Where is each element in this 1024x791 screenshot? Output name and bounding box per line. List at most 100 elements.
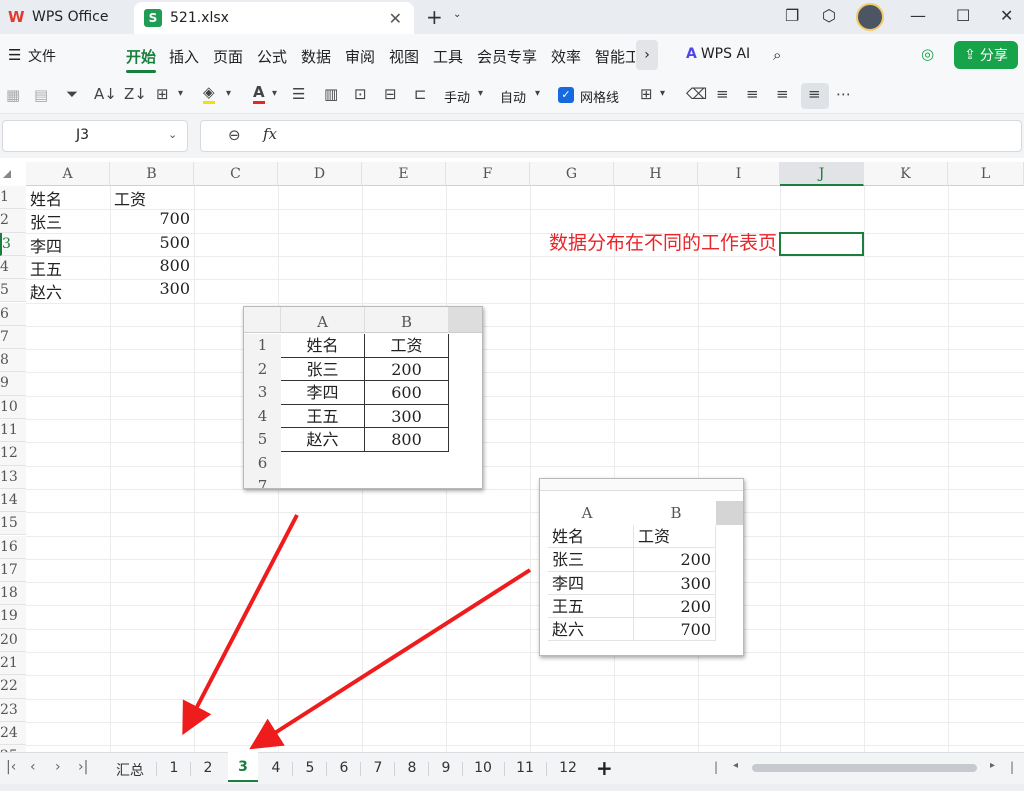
row-header-14[interactable]: 14	[0, 488, 26, 513]
row-header-11[interactable]: 11	[0, 419, 26, 443]
row-header-2[interactable]: 2	[0, 209, 26, 233]
prev-sheet-icon[interactable]: ‹	[30, 759, 36, 775]
menu-formula[interactable]: 公式	[257, 46, 287, 67]
cell-salary[interactable]: 800	[110, 256, 190, 275]
font-color-icon[interactable]: A	[253, 83, 265, 104]
menu-data[interactable]: 数据	[301, 46, 331, 67]
column-header-b[interactable]: B	[110, 162, 194, 186]
menu-efficiency[interactable]: 效率	[551, 46, 581, 67]
format-number-icon[interactable]: ▦	[6, 86, 20, 104]
wps-ai-button[interactable]: A WPS AI	[686, 46, 750, 62]
row-header-20[interactable]: 20	[0, 628, 26, 652]
horizontal-scrollbar[interactable]	[752, 764, 977, 772]
row-height-icon[interactable]: ⊡	[354, 85, 367, 103]
zoom-search-icon[interactable]: ⊖	[228, 126, 241, 144]
row-header-23[interactable]: 23	[0, 698, 26, 722]
merge-cells-icon[interactable]: ▥	[324, 85, 338, 103]
share-button[interactable]: ⇪ 分享	[954, 41, 1018, 69]
column-header-h[interactable]: H	[614, 162, 698, 186]
menu-tools[interactable]: 工具	[433, 46, 463, 67]
sheet-tab-6[interactable]: 6	[332, 760, 356, 776]
row-header-21[interactable]: 21	[0, 652, 26, 676]
column-header-e[interactable]: E	[362, 162, 446, 186]
wrap-text-icon[interactable]: ☰	[292, 85, 305, 103]
menu-member[interactable]: 会员专享	[477, 46, 537, 67]
row-header-8[interactable]: 8	[0, 349, 26, 373]
freeze-pane-icon[interactable]: ⊏	[414, 85, 427, 103]
file-tab[interactable]: S 521.xlsx ✕	[134, 2, 414, 34]
cell-salary[interactable]: 300	[110, 279, 190, 298]
row-header-3[interactable]: 3	[0, 232, 26, 256]
row-header-18[interactable]: 18	[0, 582, 26, 606]
chevron-down-icon[interactable]: ⌄	[453, 9, 461, 20]
fx-icon[interactable]: fx	[263, 125, 277, 143]
justify-icon[interactable]: ≡	[808, 85, 821, 103]
column-width-icon[interactable]: ⊟	[384, 85, 397, 103]
minimize-icon[interactable]: —	[910, 6, 926, 25]
chevron-down-icon[interactable]: ▾	[478, 88, 483, 99]
menu-file[interactable]: 文件	[28, 46, 56, 66]
name-box[interactable]	[2, 120, 188, 152]
cell-name[interactable]: 王五	[30, 256, 62, 280]
cell-name[interactable]: 张三	[30, 209, 62, 233]
row-header-17[interactable]: 17	[0, 558, 26, 583]
column-header-d[interactable]: D	[278, 162, 362, 186]
search-icon[interactable]: ⌕	[773, 46, 781, 64]
restore-window-icon[interactable]: ❐	[785, 6, 799, 25]
manual-calc-dropdown[interactable]: 手动	[444, 87, 470, 106]
sheet-tab-5[interactable]: 5	[298, 760, 322, 776]
add-sheet-icon[interactable]: +	[596, 756, 613, 780]
chevron-down-icon[interactable]: ▾	[178, 88, 183, 99]
menu-view[interactable]: 视图	[389, 46, 419, 67]
row-header-5[interactable]: 5	[0, 279, 26, 303]
row-header-25[interactable]: 25	[0, 745, 26, 752]
chevron-down-icon[interactable]: ⌄	[168, 128, 177, 141]
column-header-g[interactable]: G	[530, 162, 614, 186]
scroll-left-icon[interactable]: ◂	[733, 760, 738, 771]
row-header-7[interactable]: 7	[0, 325, 26, 350]
row-header-10[interactable]: 10	[0, 395, 26, 419]
fill-color-icon[interactable]: ◈	[203, 83, 215, 104]
sheet-tab-1[interactable]: 1	[162, 760, 186, 776]
app-tab-wps-office[interactable]: W WPS Office	[0, 0, 130, 34]
column-header-c[interactable]: C	[194, 162, 278, 186]
menu-page[interactable]: 页面	[213, 46, 243, 67]
row-header-22[interactable]: 22	[0, 675, 26, 699]
column-header-l[interactable]: L	[948, 162, 1024, 186]
sheet-tab-7[interactable]: 7	[366, 760, 390, 776]
row-header-13[interactable]: 13	[0, 465, 26, 489]
row-header-6[interactable]: 6	[0, 302, 26, 326]
last-sheet-icon[interactable]: ›|	[78, 759, 88, 775]
border-icon[interactable]: ⊞	[156, 85, 169, 103]
row-header-4[interactable]: 4	[0, 255, 26, 280]
next-sheet-icon[interactable]: ›	[55, 759, 61, 775]
sheet-tab-2[interactable]: 2	[196, 760, 220, 776]
cell-salary[interactable]: 500	[110, 233, 190, 252]
cell-salary[interactable]: 700	[110, 209, 190, 228]
row-header-19[interactable]: 19	[0, 605, 26, 629]
formula-input[interactable]	[200, 120, 1022, 152]
clear-format-icon[interactable]: ⌫	[686, 85, 707, 103]
row-header-16[interactable]: 16	[0, 535, 26, 559]
menu-home[interactable]: 开始	[126, 46, 156, 67]
close-window-icon[interactable]: ✕	[1000, 6, 1013, 25]
sheet-tab-8[interactable]: 8	[400, 760, 424, 776]
cell-name[interactable]: 姓名	[30, 186, 62, 210]
chevron-right-icon[interactable]: ›	[636, 40, 658, 70]
row-header-12[interactable]: 12	[0, 442, 26, 466]
more-icon[interactable]: ⋯	[836, 85, 851, 103]
hamburger-icon[interactable]: ☰	[8, 46, 21, 64]
align-right-icon[interactable]: ≡	[776, 85, 789, 103]
cell-name[interactable]: 李四	[30, 233, 62, 257]
sheet-tab-3[interactable]: 3	[228, 752, 258, 782]
sheet-tab-4[interactable]: 4	[264, 760, 288, 776]
selected-cell-j3[interactable]	[779, 232, 864, 256]
cloud-sync-icon[interactable]: ◎	[921, 45, 934, 63]
gridlines-checkbox[interactable]: ✓	[558, 87, 574, 103]
menu-insert[interactable]: 插入	[169, 46, 199, 67]
table-style-icon[interactable]: ⊞	[640, 85, 653, 103]
scroll-right-icon[interactable]: ▸	[990, 760, 995, 771]
column-header-a[interactable]: A	[26, 162, 110, 186]
paste-special-icon[interactable]: ▤	[34, 86, 48, 104]
new-tab-icon[interactable]: +	[426, 5, 443, 29]
